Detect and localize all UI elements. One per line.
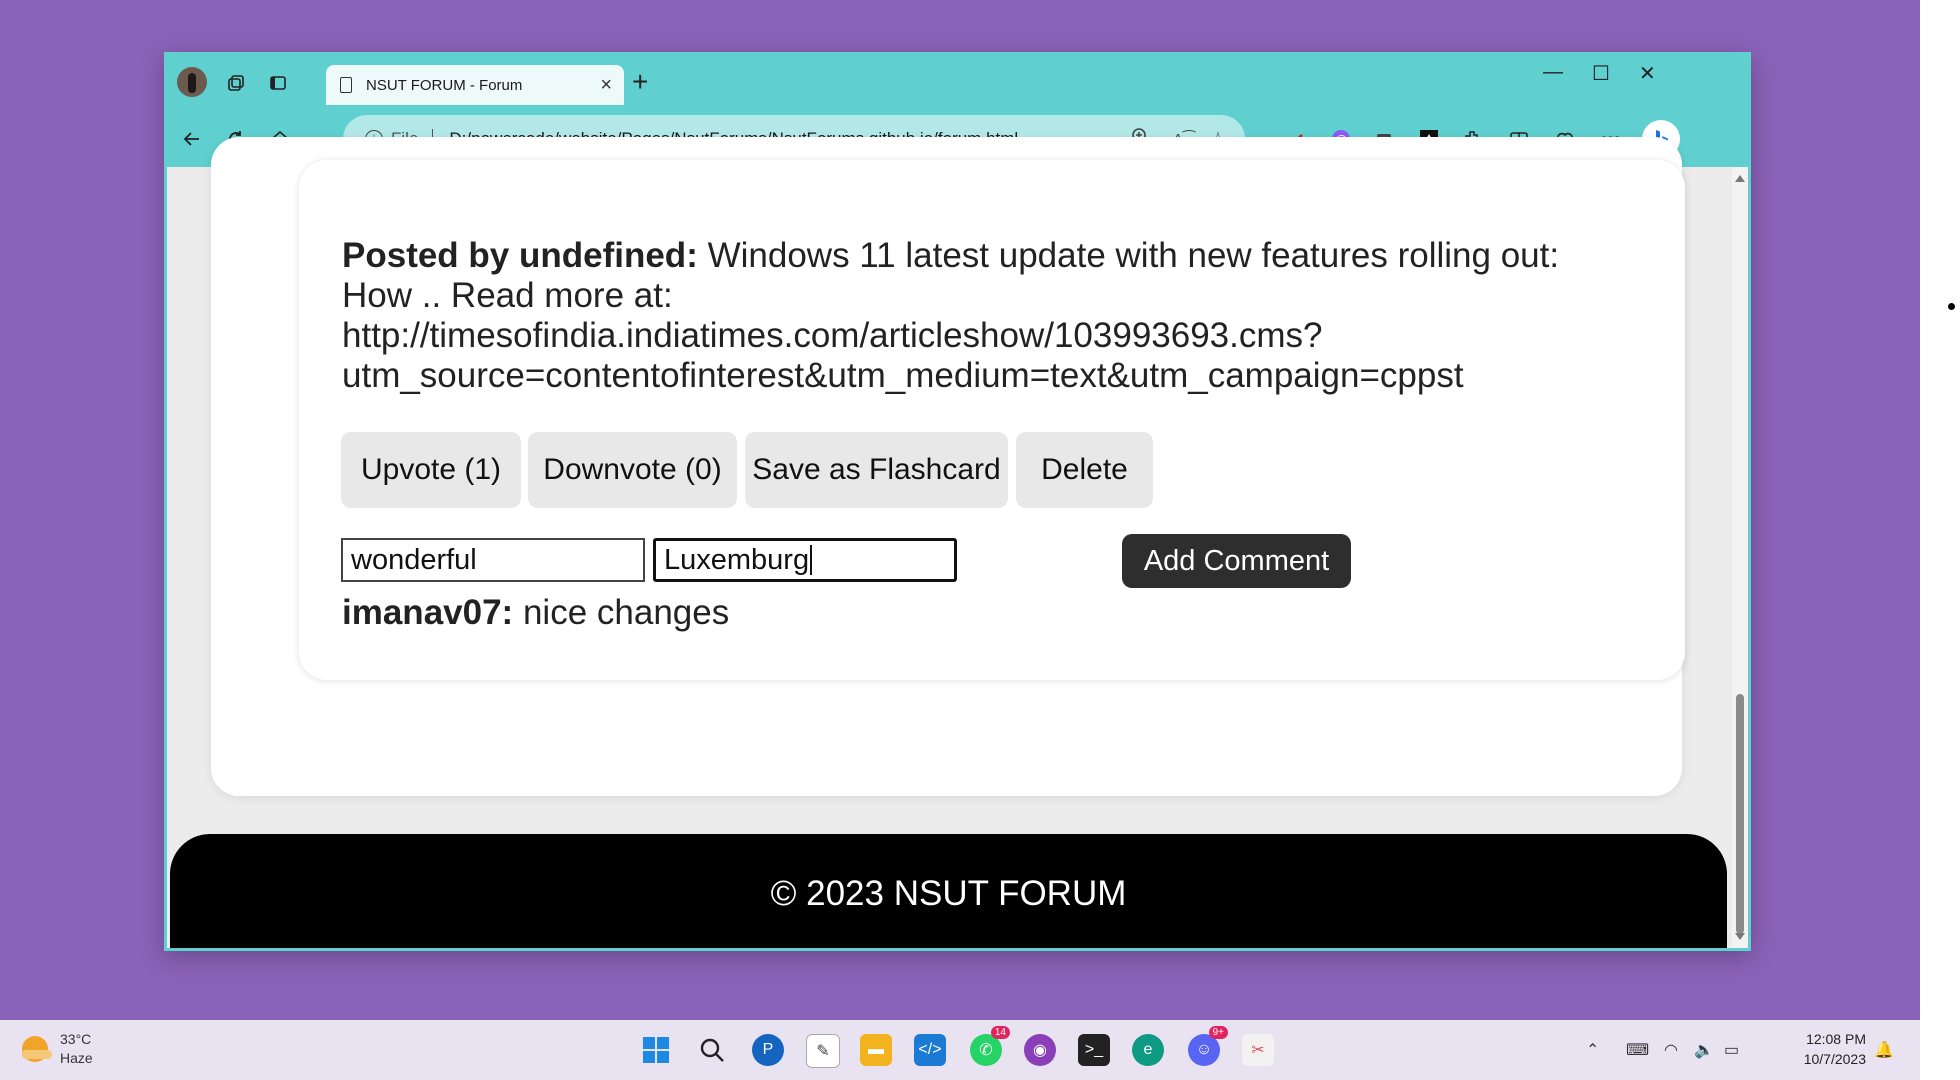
page-scrollbar[interactable] — [1732, 167, 1748, 948]
taskbar: 33°C Haze P ✎ ▬ </> ✆ 14 ◉ >_ e ☺ 9+ ✂ ⌃ ⌨… — [0, 1020, 1920, 1080]
back-icon[interactable] — [175, 122, 209, 156]
clock-time: 12:08 PM — [1806, 1031, 1866, 1047]
volume-icon[interactable]: 🔈 — [1694, 1040, 1714, 1060]
comment-text-input[interactable]: wonderful — [341, 538, 645, 582]
battery-icon[interactable]: ▭ — [1724, 1040, 1739, 1060]
weather-desc: Haze — [60, 1050, 93, 1066]
post-card: Posted by undefined: Windows 11 latest u… — [299, 160, 1685, 680]
comment-text: nice changes — [522, 593, 730, 632]
discord-badge: 9+ — [1208, 1026, 1228, 1039]
scrollbar-thumb[interactable] — [1736, 694, 1744, 934]
clock[interactable]: 12:08 PM 10/7/2023 — [1776, 1029, 1866, 1069]
keyboard-icon[interactable]: ⌨ — [1626, 1040, 1649, 1060]
footer-text: © 2023 NSUT FORUM — [770, 874, 1127, 913]
comment-author: imanav07: — [342, 593, 514, 632]
weather-temp: 33°C — [60, 1031, 92, 1047]
discord-icon[interactable]: ☺ 9+ — [1188, 1026, 1228, 1066]
new-tab-button[interactable]: + — [632, 67, 648, 97]
file-explorer-icon[interactable]: ▬ — [860, 1034, 892, 1066]
collections-icon[interactable] — [219, 66, 253, 100]
snipping-tool-icon[interactable]: ✂ — [1242, 1034, 1274, 1066]
close-tab-icon[interactable]: × — [600, 74, 612, 97]
post-author: Posted by undefined: — [342, 236, 698, 275]
clock-date: 10/7/2023 — [1803, 1051, 1866, 1067]
upvote-button[interactable]: Upvote (1) — [341, 432, 521, 508]
terminal-icon[interactable]: >_ — [1078, 1034, 1110, 1066]
search-icon[interactable] — [696, 1034, 728, 1066]
whatsapp-badge: 14 — [990, 1026, 1010, 1039]
maximize-button[interactable]: ☐ — [1592, 61, 1610, 86]
page-footer: © 2023 NSUT FORUM — [170, 834, 1727, 948]
title-bar: NSUT FORUM - Forum × + — ☐ ✕ — [167, 55, 1748, 111]
forum-container: Posted by undefined: Windows 11 latest u… — [211, 137, 1685, 796]
start-icon[interactable] — [640, 1034, 672, 1066]
tab-actions-icon[interactable] — [261, 66, 295, 100]
stray-dot — [1948, 303, 1955, 310]
tab-title: NSUT FORUM - Forum — [366, 76, 523, 94]
wifi-icon[interactable]: ◠ — [1664, 1040, 1678, 1060]
notification-bell-icon[interactable]: 🔔 — [1874, 1040, 1894, 1060]
haze-weather-icon — [22, 1036, 52, 1062]
commenter-name-input[interactable]: Luxemburg — [653, 538, 957, 582]
downvote-button[interactable]: Downvote (0) — [528, 432, 737, 508]
close-window-button[interactable]: ✕ — [1639, 61, 1656, 86]
github-desktop-icon[interactable]: ◉ — [1024, 1034, 1056, 1066]
minimize-button[interactable]: — — [1543, 61, 1563, 84]
tab-forum[interactable]: NSUT FORUM - Forum × — [326, 65, 624, 105]
add-comment-button[interactable]: Add Comment — [1122, 534, 1351, 588]
edge-icon[interactable]: e — [1132, 1034, 1164, 1066]
weather-widget[interactable]: 33°C Haze — [22, 1030, 93, 1068]
scroll-down-arrow-icon[interactable] — [1735, 933, 1745, 940]
delete-button[interactable]: Delete — [1016, 432, 1153, 508]
screen-edge — [1920, 0, 1960, 1020]
whatsapp-icon[interactable]: ✆ 14 — [970, 1026, 1010, 1066]
tray-overflow-icon[interactable]: ⌃ — [1586, 1040, 1599, 1060]
vscode-icon[interactable]: </> — [914, 1034, 946, 1066]
text-cursor — [810, 545, 812, 575]
commenter-name-value: Luxemburg — [664, 543, 810, 576]
comment-item: imanav07: nice changes — [342, 593, 729, 633]
page-viewport: Posted by undefined: Windows 11 latest u… — [167, 137, 1748, 948]
notepad-icon[interactable]: ✎ — [806, 1034, 840, 1068]
save-flashcard-button[interactable]: Save as Flashcard — [745, 432, 1008, 508]
profile-avatar[interactable] — [177, 67, 207, 97]
doc-icon — [340, 77, 352, 93]
edge-beta-icon[interactable]: P — [752, 1034, 784, 1066]
scroll-up-arrow-icon[interactable] — [1735, 175, 1745, 182]
post-content: Posted by undefined: Windows 11 latest u… — [342, 236, 1622, 396]
browser-window: NSUT FORUM - Forum × + — ☐ ✕ i File D:/p… — [164, 52, 1751, 951]
